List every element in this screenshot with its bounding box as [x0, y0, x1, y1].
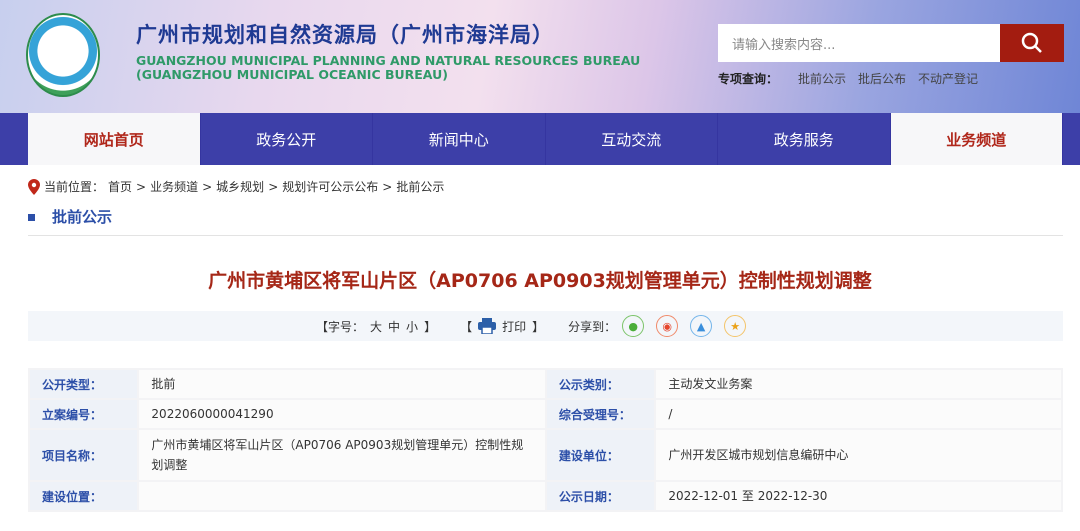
breadcrumb-current[interactable]: 批前公示 — [396, 178, 444, 195]
quick-label: 专项查询： — [718, 72, 779, 86]
field-value — [137, 480, 547, 512]
title-en-line2: (GUANGZHOU MUNICIPAL OCEANIC BUREAU) — [136, 67, 448, 82]
table-row: 公开类型： 批前 公示类别： 主动发文业务案 — [27, 368, 1063, 400]
field-label: 立案编号： — [27, 398, 140, 430]
site-title: 广州市规划和自然资源局（广州市海洋局） — [136, 23, 554, 47]
font-small-button[interactable]: 小 — [406, 318, 418, 335]
field-value: / — [654, 398, 1063, 430]
field-label: 建设位置： — [27, 480, 140, 512]
project-info-table: 公开类型： 批前 公示类别： 主动发文业务案 立案编号： 202206000004129… — [27, 368, 1063, 512]
nav-interaction[interactable]: 互动交流 — [546, 113, 718, 165]
main-nav: 网站首页 政务公开 新闻中心 互动交流 政务服务 业务频道 — [0, 113, 1080, 165]
search-input[interactable]: 请输入搜索内容... — [718, 24, 1000, 62]
breadcrumb: 当前位置： 首页 > 业务频道 > 城乡规划 > 规划许可公示公布 > 批前公示 — [28, 178, 444, 195]
weibo-share-icon[interactable]: ◉ — [656, 315, 679, 337]
breadcrumb-sep: > — [268, 179, 279, 194]
share-label: 分享到： — [568, 319, 617, 334]
nav-news[interactable]: 新闻中心 — [373, 113, 546, 165]
qq-share-icon[interactable]: ▲ — [690, 315, 713, 337]
nav-gov-affairs[interactable]: 政务公开 — [201, 113, 373, 165]
field-value: 广州市黄埔区将军山片区（AP0706 AP0903规划管理单元）控制性规划调整 — [137, 428, 547, 482]
field-label: 公示日期： — [544, 480, 657, 512]
breadcrumb-sep: > — [136, 179, 147, 194]
favorite-star-icon[interactable]: ★ — [724, 315, 747, 337]
bracket: 】 — [532, 319, 545, 334]
location-pin-icon — [28, 178, 40, 195]
table-row: 立案编号： 2022060000041290 综合受理号： / — [27, 398, 1063, 430]
field-label: 综合受理号： — [544, 398, 657, 430]
title-en-line1: GUANGZHOU MUNICIPAL PLANNING AND NATURAL… — [136, 53, 641, 68]
font-size-label: 【字号： — [316, 319, 365, 334]
field-value: 广州开发区城市规划信息编研中心 — [654, 428, 1063, 482]
font-medium-button[interactable]: 中 — [388, 318, 400, 335]
site-title-en: GUANGZHOU MUNICIPAL PLANNING AND NATURAL… — [136, 54, 640, 82]
quick-links: 专项查询： 批前公示 批后公布 不动产登记 — [718, 70, 978, 87]
nav-home[interactable]: 网站首页 — [28, 113, 201, 165]
search-icon — [1021, 32, 1042, 53]
section-title: 批前公示 — [52, 208, 113, 226]
breadcrumb-sep: > — [202, 179, 213, 194]
breadcrumb-permit[interactable]: 规划许可公示公布 — [282, 178, 378, 195]
article-toolbar: 【字号： 大 中 小 】 【 打印 】 分享到： ● ◉ ▲ ★ — [28, 311, 1063, 341]
search-button[interactable] — [1000, 24, 1064, 62]
table-row: 项目名称： 广州市黄埔区将军山片区（AP0706 AP0903规划管理单元）控制性… — [27, 428, 1063, 482]
wechat-share-icon[interactable]: ● — [622, 315, 645, 337]
bureau-logo[interactable] — [26, 13, 100, 97]
header-banner: 广州市规划和自然资源局（广州市海洋局） GUANGZHOU MUNICIPAL … — [0, 0, 1080, 113]
field-value: 2022060000041290 — [137, 398, 547, 430]
field-value: 批前 — [137, 368, 547, 400]
field-label: 公开类型： — [27, 368, 140, 400]
breadcrumb-home[interactable]: 首页 — [108, 178, 132, 195]
printer-icon[interactable] — [478, 318, 497, 334]
section-header: 批前公示 — [28, 206, 1063, 236]
field-value: 2022-12-01 至 2022-12-30 — [654, 480, 1063, 512]
font-large-button[interactable]: 大 — [370, 318, 382, 335]
bracket: 】 — [424, 319, 437, 334]
table-row: 建设位置： 公示日期： 2022-12-01 至 2022-12-30 — [27, 480, 1063, 512]
field-label: 项目名称： — [27, 428, 140, 482]
field-label: 建设单位： — [544, 428, 657, 482]
breadcrumb-sep: > — [382, 179, 393, 194]
quick-link-real-estate[interactable]: 不动产登记 — [918, 70, 978, 87]
nav-services[interactable]: 政务服务 — [718, 113, 891, 165]
breadcrumb-label: 当前位置： — [44, 180, 105, 194]
field-label: 公示类别： — [544, 368, 657, 400]
field-value: 主动发文业务案 — [654, 368, 1063, 400]
square-bullet-icon — [28, 214, 35, 221]
breadcrumb-business[interactable]: 业务频道 — [150, 178, 198, 195]
nav-business[interactable]: 业务频道 — [890, 113, 1063, 165]
quick-link-pre-approval[interactable]: 批前公示 — [798, 70, 846, 87]
breadcrumb-urban-planning[interactable]: 城乡规划 — [216, 178, 264, 195]
bracket: 【 — [460, 319, 473, 334]
quick-link-post-approval[interactable]: 批后公布 — [858, 70, 906, 87]
article-title: 广州市黄埔区将军山片区（AP0706 AP0903规划管理单元）控制性规划调整 — [208, 270, 872, 292]
print-button[interactable]: 打印 — [502, 318, 526, 335]
